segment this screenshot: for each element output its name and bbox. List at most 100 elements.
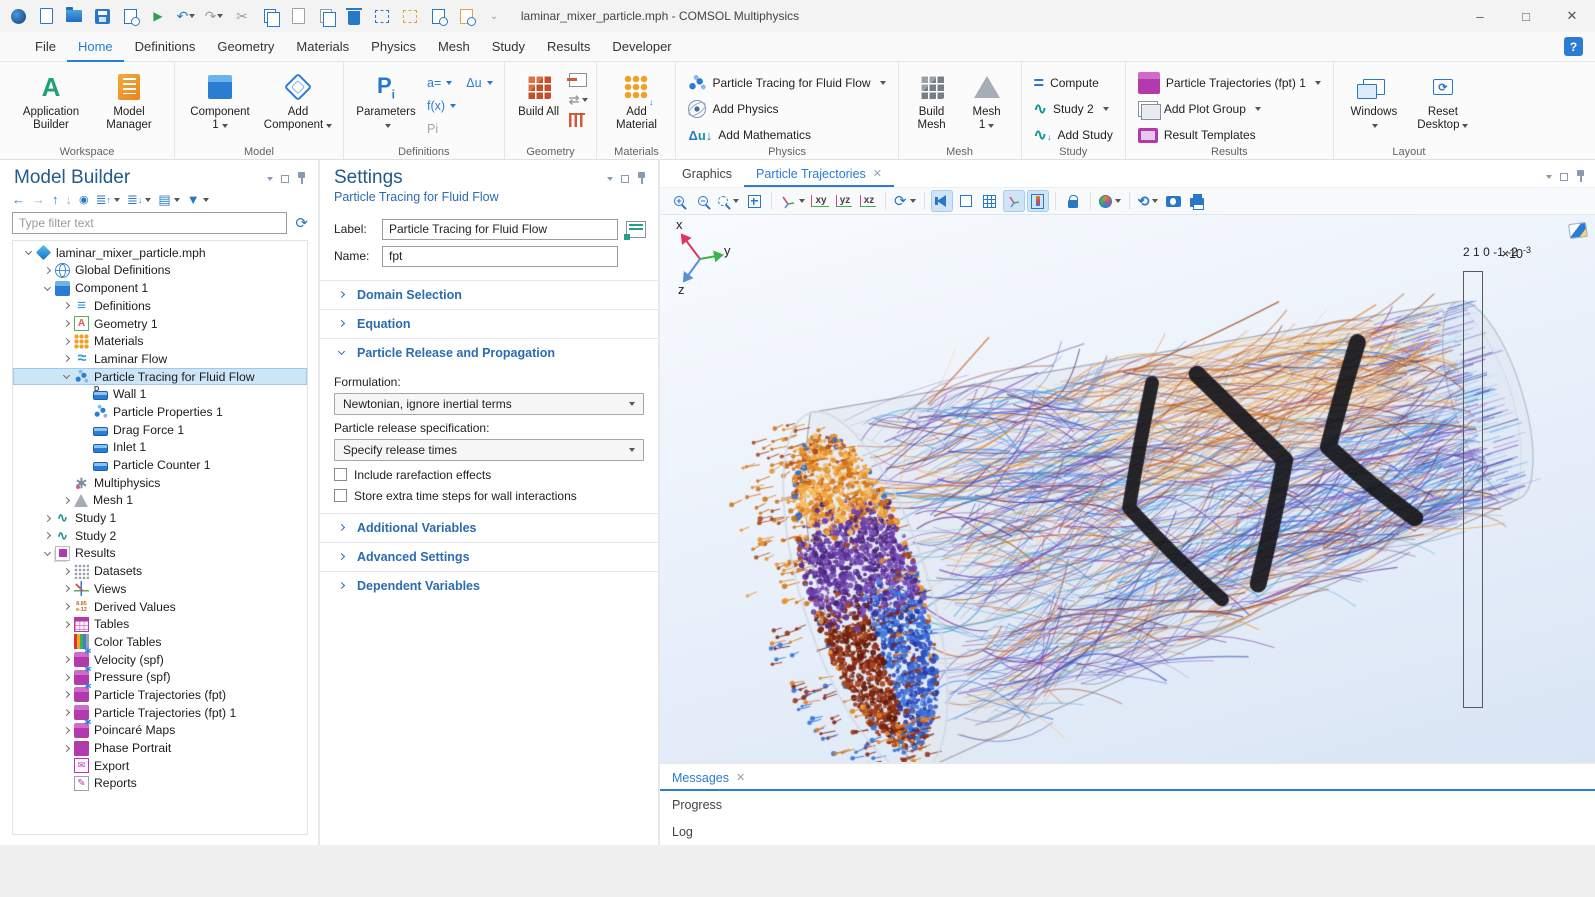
tree-item-laminar-flow[interactable]: Laminar Flow	[13, 350, 307, 368]
tree-item-derived-values[interactable]: Derived Values	[13, 598, 307, 616]
nonlocal-couplings-button[interactable]: Δu	[463, 73, 495, 93]
expander-icon[interactable]	[59, 303, 73, 308]
maximize-button[interactable]: □	[1503, 0, 1549, 32]
expander-icon[interactable]	[59, 604, 73, 609]
add-study-button[interactable]: ∿↓ Add Study	[1030, 123, 1117, 147]
forward-icon[interactable]: →	[32, 192, 45, 207]
menu-file[interactable]: File	[24, 32, 67, 62]
expander-icon[interactable]	[59, 586, 73, 591]
expander-icon[interactable]	[59, 356, 73, 361]
build-all-button[interactable]: Build All	[513, 67, 565, 119]
section-particle-release[interactable]: Particle Release and Propagation Formula…	[320, 338, 658, 513]
pin-panel-icon[interactable]	[297, 172, 306, 185]
image-snapshot-icon[interactable]	[1162, 190, 1184, 212]
menu-mesh[interactable]: Mesh	[427, 32, 481, 62]
open-file-button[interactable]	[62, 4, 86, 28]
float-panel-icon[interactable]	[281, 175, 289, 183]
delete-button[interactable]	[342, 4, 366, 28]
add-material-button[interactable]: ↓ Add Material	[605, 67, 667, 132]
release-spec-select[interactable]: Specify release times	[334, 439, 644, 461]
paste-button[interactable]	[286, 4, 310, 28]
environment-reflections-icon[interactable]	[955, 190, 977, 212]
tab-log[interactable]: Log	[660, 818, 1595, 845]
refresh-filter-icon[interactable]: ⟳	[295, 214, 308, 232]
plot-thumbnail-icon[interactable]	[1568, 222, 1588, 239]
panel-menu-icon[interactable]	[607, 177, 613, 181]
menu-study[interactable]: Study	[481, 32, 536, 62]
plot-group-dropdown[interactable]: Particle Trajectories (fpt) 1	[1134, 71, 1325, 95]
expander-icon[interactable]	[59, 675, 73, 680]
menu-developer[interactable]: Developer	[601, 32, 682, 62]
expander-icon[interactable]	[21, 251, 35, 254]
tree-item-pressure-spf[interactable]: Pressure (spf)	[13, 668, 307, 686]
move-up-icon[interactable]: ↑	[52, 192, 59, 207]
tree-item-component-1[interactable]: Component 1	[13, 279, 307, 297]
expander-icon[interactable]	[59, 498, 73, 503]
tab-particle-trajectories[interactable]: Particle Trajectories✕	[744, 160, 894, 187]
functions-button[interactable]: f(x)	[424, 96, 496, 116]
mesh-1-button[interactable]: Mesh 1	[961, 67, 1013, 132]
expander-icon[interactable]	[59, 622, 73, 627]
go-to-view-icon[interactable]	[778, 190, 807, 212]
help-button[interactable]: ?	[1564, 37, 1583, 56]
clear-selection-button[interactable]	[398, 4, 422, 28]
tree-item-velocity-spf[interactable]: Velocity (spf)	[13, 651, 307, 669]
tree-item-results[interactable]: Results	[13, 545, 307, 563]
formulation-select[interactable]: Newtonian, ignore inertial terms	[334, 393, 644, 415]
study-2-dropdown[interactable]: ∿ Study 2	[1030, 97, 1117, 121]
expander-icon[interactable]	[59, 339, 73, 344]
rename-note-icon[interactable]	[626, 221, 646, 238]
tree-item-definitions[interactable]: Definitions	[13, 297, 307, 315]
add-plot-group-button[interactable]: Add Plot Group	[1134, 97, 1325, 121]
tree-item-multiphysics[interactable]: Multiphysics	[13, 474, 307, 492]
tree-item-global-definitions[interactable]: Global Definitions	[13, 262, 307, 280]
tree-item-datasets[interactable]: Datasets	[13, 562, 307, 580]
save-button[interactable]	[90, 4, 114, 28]
rarefaction-checkbox[interactable]	[334, 468, 347, 481]
cut-button[interactable]: ✂	[230, 4, 254, 28]
back-icon[interactable]: ←	[12, 192, 25, 207]
filter-icon[interactable]: ▼	[187, 192, 209, 207]
section-advanced-settings[interactable]: Advanced Settings	[320, 542, 658, 571]
expander-icon[interactable]	[59, 375, 73, 378]
tree-item-geometry-1[interactable]: Geometry 1	[13, 315, 307, 333]
compute-button[interactable]: = Compute	[1030, 71, 1117, 95]
parameters-button[interactable]: Pi Parameters	[352, 67, 420, 132]
expander-icon[interactable]	[40, 287, 54, 290]
find-button[interactable]	[426, 4, 450, 28]
model-tree-nodes-icon[interactable]: ▤	[158, 192, 179, 208]
tree-item-export[interactable]: Export	[13, 757, 307, 775]
copy-button[interactable]	[258, 4, 282, 28]
tab-progress[interactable]: Progress	[660, 791, 1595, 818]
import-geometry-icon[interactable]	[569, 73, 587, 87]
tree-item-particle-trajectories-fpt-1[interactable]: Particle Trajectories (fpt) 1	[13, 704, 307, 722]
section-dependent-variables[interactable]: Dependent Variables	[320, 571, 658, 600]
update-icon[interactable]: ⟲	[1136, 190, 1161, 212]
view-xz-icon[interactable]: xz	[857, 190, 879, 212]
menu-definitions[interactable]: Definitions	[124, 32, 207, 62]
duplicate-button[interactable]	[314, 4, 338, 28]
virtual-operations-button[interactable]: ⇄	[569, 92, 589, 108]
zoom-in-icon[interactable]: +	[668, 190, 690, 212]
particle-trajectories-plot[interactable]	[660, 215, 1595, 762]
menu-geometry[interactable]: Geometry	[206, 32, 285, 62]
view-yz-icon[interactable]: yz	[833, 190, 855, 212]
panel-menu-icon[interactable]	[267, 177, 273, 181]
minimize-button[interactable]: –	[1457, 0, 1503, 32]
tree-item-study-2[interactable]: Study 2	[13, 527, 307, 545]
component-1-button[interactable]: Component 1	[183, 67, 257, 132]
menu-results[interactable]: Results	[536, 32, 601, 62]
expander-icon[interactable]	[59, 692, 73, 697]
tree-item-study-1[interactable]: Study 1	[13, 509, 307, 527]
tree-item-tables[interactable]: Tables	[13, 615, 307, 633]
menu-physics[interactable]: Physics	[360, 32, 427, 62]
show-grid-icon[interactable]	[979, 190, 1001, 212]
tree-item-drag-force-1[interactable]: Drag Force 1	[13, 421, 307, 439]
rotate-icon[interactable]: ⟳	[892, 190, 918, 212]
add-mathematics-button[interactable]: Δu↓ Add Mathematics	[684, 123, 889, 147]
show-icon[interactable]: ◉	[79, 193, 89, 206]
tree-item-phase-portrait[interactable]: Phase Portrait	[13, 739, 307, 757]
menu-materials[interactable]: Materials	[285, 32, 360, 62]
expander-icon[interactable]	[59, 321, 73, 326]
expander-icon[interactable]	[40, 552, 54, 555]
